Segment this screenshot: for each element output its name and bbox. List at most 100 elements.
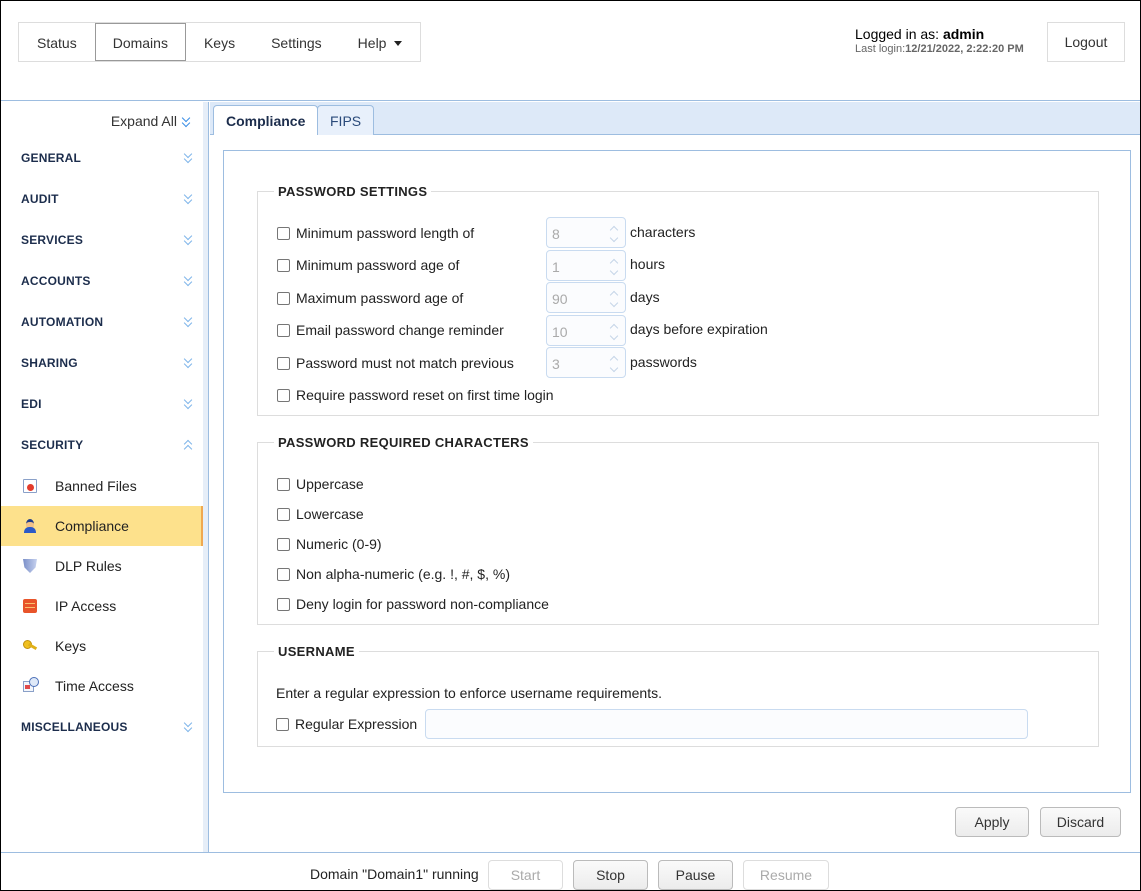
min-length-unit: characters [630,224,696,240]
double-chevron-down-icon [183,722,193,732]
discard-button[interactable]: Discard [1040,807,1121,837]
sidebar-splitter[interactable] [203,102,209,852]
logged-in-line: Logged in as: admin [855,26,1024,42]
sidebar-section-accounts[interactable]: ACCOUNTS [1,260,203,301]
numeric-row: Numeric (0-9) [277,534,382,554]
stepper-value: 8 [552,226,560,242]
max-age-stepper[interactable]: 90 [546,282,626,313]
min-age-stepper[interactable]: 1 [546,250,626,281]
chevron-down-icon[interactable] [609,298,619,308]
double-chevron-down-icon [183,153,193,163]
history-unit: passwords [630,354,697,370]
regex-input[interactable] [425,709,1028,739]
reset-first-login-row: Require password reset on first time log… [277,385,554,405]
item-label: DLP Rules [55,558,122,574]
chevron-down-icon[interactable] [609,331,619,341]
tab-fips[interactable]: FIPS [317,105,375,136]
non-alphanumeric-checkbox[interactable] [277,567,290,581]
non-alphanumeric-label: Non alpha-numeric (e.g. !, #, $, %) [296,566,510,582]
section-label: AUDIT [21,191,59,206]
item-label: IP Access [55,598,117,614]
reminder-label: Email password change reminder [296,322,504,338]
main-content: PASSWORD SETTINGS Minimum password lengt… [210,135,1140,852]
section-label: EDI [21,396,42,411]
apply-button[interactable]: Apply [955,807,1029,837]
min-length-row: Minimum password length of [277,223,474,243]
sidebar-section-services[interactable]: SERVICES [1,219,203,260]
lowercase-label: Lowercase [296,506,364,522]
sidebar-section-miscellaneous[interactable]: MISCELLANEOUS [1,706,203,747]
reset-first-login-label: Require password reset on first time log… [296,387,554,403]
sidebar-item-banned-files[interactable]: Banned Files [1,466,203,506]
max-age-checkbox[interactable] [277,291,290,305]
item-label: Keys [55,638,87,654]
nav-status[interactable]: Status [19,23,95,61]
nav-help[interactable]: Help [340,23,421,61]
nav-domains[interactable]: Domains [94,23,186,61]
logout-button[interactable]: Logout [1047,22,1125,62]
sidebar-section-edi[interactable]: EDI [1,383,203,424]
max-age-row: Maximum password age of [277,288,463,308]
regex-label: Regular Expression [295,716,418,732]
logged-in-prefix: Logged in as: [855,26,943,42]
stop-button[interactable]: Stop [573,860,648,890]
sidebar-item-dlp-rules[interactable]: DLP Rules [1,546,203,586]
section-label: SERVICES [21,232,84,247]
nav-keys[interactable]: Keys [186,23,253,61]
history-stepper[interactable]: 3 [546,347,626,378]
sidebar-item-time-access[interactable]: Time Access [1,666,203,706]
password-settings-title: PASSWORD SETTINGS [278,184,428,199]
double-chevron-down-icon [183,235,193,245]
min-length-checkbox[interactable] [277,226,290,240]
nav-settings[interactable]: Settings [253,23,340,61]
sidebar-section-sharing[interactable]: SHARING [1,342,203,383]
section-label: MISCELLANEOUS [21,719,128,734]
chevron-down-icon[interactable] [609,233,619,243]
double-chevron-down-icon [183,317,193,327]
uppercase-checkbox[interactable] [277,477,290,491]
calendar-clock-icon [23,677,39,692]
compliance-panel: PASSWORD SETTINGS Minimum password lengt… [223,150,1131,793]
deny-login-checkbox[interactable] [277,597,290,611]
min-length-stepper[interactable]: 8 [546,217,626,248]
min-length-label: Minimum password length of [296,225,475,241]
sidebar-item-compliance[interactable]: Compliance [1,506,203,546]
section-label: SHARING [21,355,78,370]
pause-button[interactable]: Pause [658,860,733,890]
expand-all-button[interactable]: Expand All [111,113,191,129]
sidebar-section-general[interactable]: GENERAL [1,137,203,178]
required-characters-title: PASSWORD REQUIRED CHARACTERS [278,435,529,450]
min-age-row: Minimum password age of [277,255,459,275]
expand-all-label: Expand All [110,113,177,129]
stepper-value: 1 [552,259,560,275]
reset-first-login-checkbox[interactable] [277,388,290,402]
section-label: GENERAL [21,150,82,165]
sidebar-item-keys[interactable]: Keys [1,626,203,666]
regex-row: Regular Expression [276,714,417,734]
stepper-value: 10 [552,324,568,340]
sidebar-section-audit[interactable]: AUDIT [1,178,203,219]
uppercase-label: Uppercase [296,476,364,492]
chevron-down-icon[interactable] [609,363,619,373]
min-age-checkbox[interactable] [277,258,290,272]
sidebar-item-ip-access[interactable]: IP Access [1,586,203,626]
start-button[interactable]: Start [488,860,563,890]
double-chevron-down-icon [183,399,193,409]
lowercase-checkbox[interactable] [277,507,290,521]
reminder-checkbox[interactable] [277,323,290,337]
tab-compliance[interactable]: Compliance [213,105,319,137]
history-checkbox[interactable] [277,356,290,370]
key-icon [23,639,37,653]
numeric-checkbox[interactable] [277,537,290,551]
max-age-unit: days [630,289,660,305]
reminder-stepper[interactable]: 10 [546,315,626,346]
resume-button[interactable]: Resume [743,860,829,890]
reminder-row: Email password change reminder [277,320,504,340]
banned-file-icon [23,479,37,493]
double-chevron-down-icon [181,117,191,127]
min-age-label: Minimum password age of [296,257,460,273]
sidebar-section-security[interactable]: SECURITY [1,424,203,465]
sidebar-section-automation[interactable]: AUTOMATION [1,301,203,342]
regex-checkbox[interactable] [276,717,289,731]
chevron-down-icon[interactable] [609,266,619,276]
